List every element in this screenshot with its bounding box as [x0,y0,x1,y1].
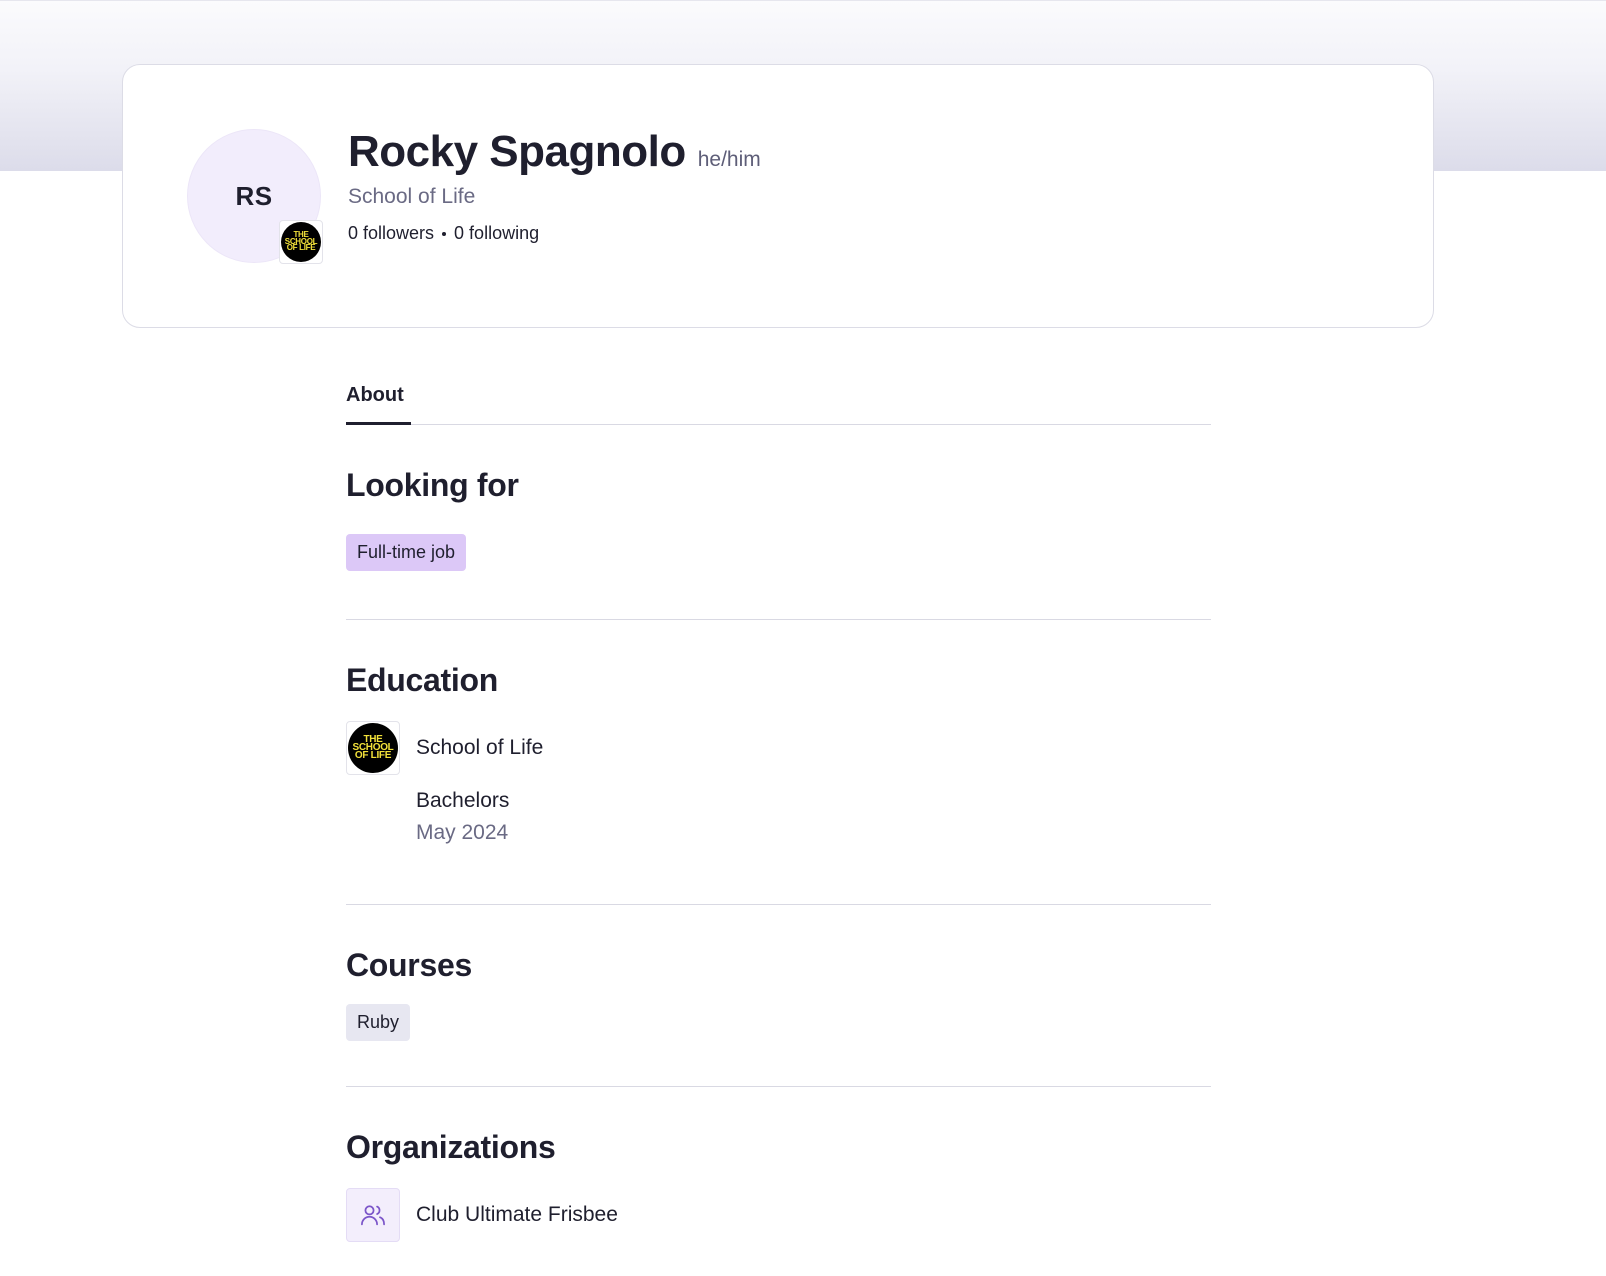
section-title: Organizations [346,1129,556,1165]
section-title: Looking for [346,467,519,503]
tab-about[interactable]: About [346,378,411,425]
follow-stats: 0 followers 0 following [348,223,761,244]
job-type-tag: Full-time job [346,534,467,571]
avatar-initials: RS [235,180,273,211]
separator-dot [442,231,447,236]
education-entry: THE SCHOOL OF LIFE School of Life [346,721,1211,775]
school-logo[interactable]: THE SCHOOL OF LIFE [346,721,400,775]
people-icon [346,1188,400,1242]
school-logo-icon: THE SCHOOL OF LIFE [348,723,398,773]
education-section: Education THE SCHOOL OF LIFE School of L… [346,620,1211,905]
profile-pronouns: he/him [697,148,761,171]
organization-name: Club Ultimate Frisbee [416,1203,618,1226]
profile-page: RS THE SCHOOL OF LIFE Rocky Spagnolo he/… [0,0,1606,1276]
section-title: Education [346,662,498,698]
followers-link[interactable]: 0 followers [348,223,434,244]
profile-header: Rocky Spagnolo he/him School of Life 0 f… [348,127,761,244]
organizations-section: Organizations Club Ultimate Frisbee [346,1087,1211,1242]
profile-name: Rocky Spagnolo [348,127,686,176]
following-link[interactable]: 0 following [454,223,539,244]
looking-for-section: Looking for Full-time job [346,425,1211,620]
tab-bar: About [346,378,1211,425]
school-badge: THE SCHOOL OF LIFE [279,220,323,264]
section-title: Courses [346,947,472,983]
course-tag: Ruby [346,1004,411,1041]
profile-card: RS THE SCHOOL OF LIFE Rocky Spagnolo he/… [122,64,1434,328]
education-date: May 2024 [416,821,509,844]
education-school[interactable]: School of Life [416,736,543,760]
profile-school[interactable]: School of Life [348,185,761,209]
courses-section: Courses Ruby [346,905,1211,1087]
education-degree: Bachelors [416,789,510,812]
school-logo-icon: THE SCHOOL OF LIFE [281,222,321,262]
education-detail: Bachelors May 2024 [416,789,1211,845]
organization-item[interactable]: Club Ultimate Frisbee [346,1188,1211,1242]
profile-content: About Looking for Full-time job Educatio… [346,378,1211,1242]
